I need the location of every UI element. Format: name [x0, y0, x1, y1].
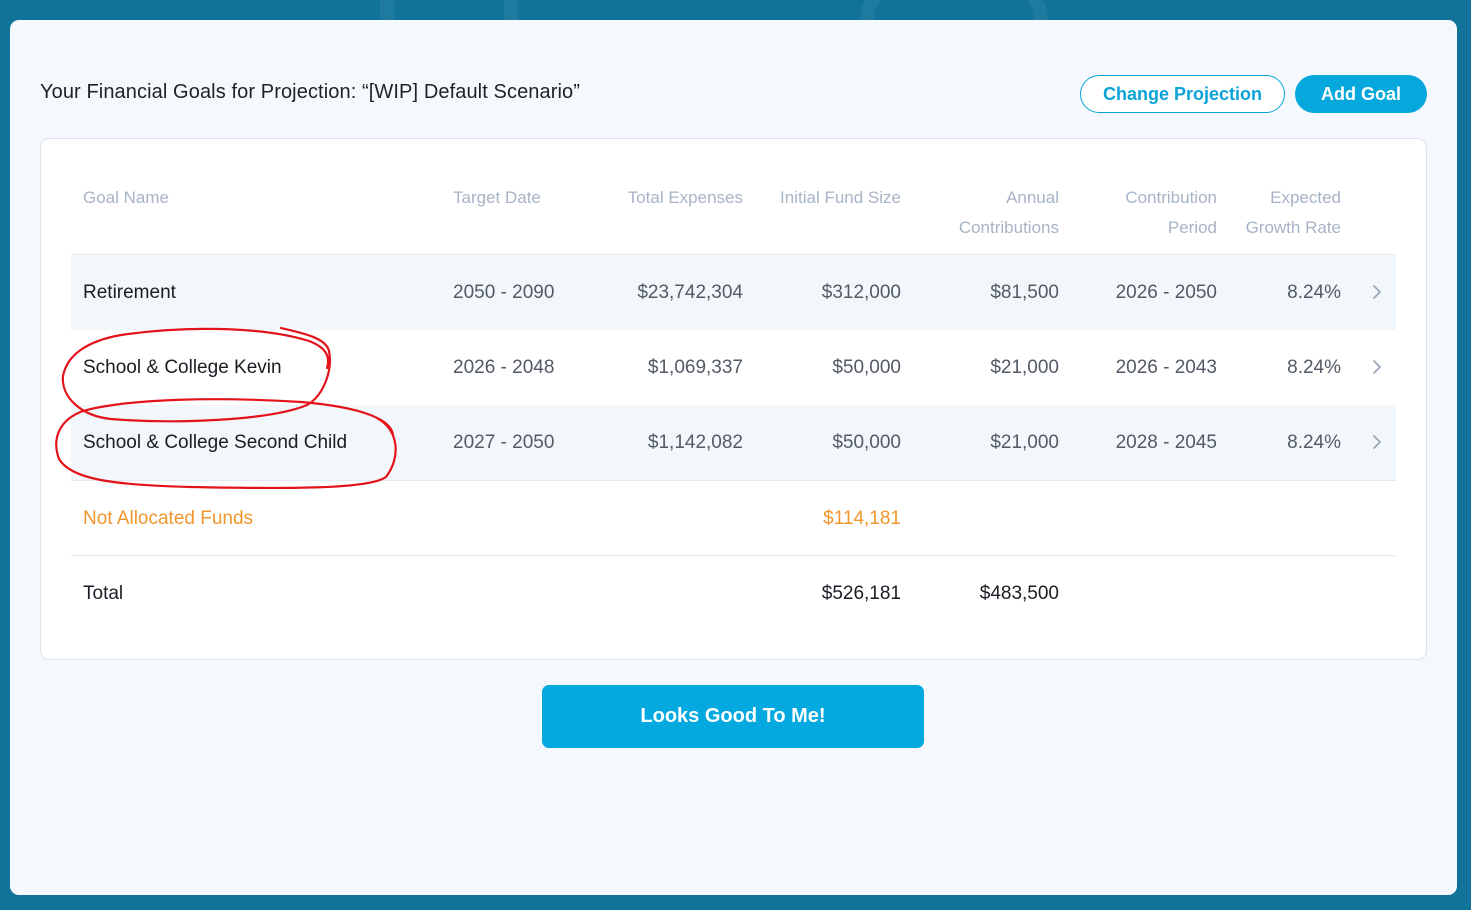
initial-fund-size: $50,000 — [832, 432, 901, 453]
column-header-goal-name: Goal Name — [83, 183, 169, 213]
looks-good-button[interactable]: Looks Good To Me! — [542, 685, 924, 748]
column-header-contribution-period: Contribution Period — [1125, 183, 1217, 243]
annual-contributions: $81,500 — [990, 282, 1059, 303]
total-expenses: $23,742,304 — [637, 282, 743, 303]
goals-table: Goal Name Target Date Total Expenses Ini… — [40, 138, 1427, 660]
expected-growth-rate: 8.24% — [1287, 432, 1341, 453]
column-header-total-expenses: Total Expenses — [628, 183, 743, 213]
column-header-target-date: Target Date — [453, 183, 541, 213]
goal-name: School & College Kevin — [83, 357, 282, 378]
total-label: Total — [83, 583, 124, 604]
chevron-right-icon[interactable] — [1368, 358, 1386, 376]
chevron-right-icon[interactable] — [1368, 433, 1386, 451]
initial-fund-size: $50,000 — [832, 357, 901, 378]
goal-name: Retirement — [83, 282, 176, 303]
contribution-period: 2026 - 2050 — [1115, 282, 1217, 303]
add-goal-button[interactable]: Add Goal — [1295, 75, 1427, 113]
total-expenses: $1,142,082 — [647, 432, 743, 453]
not-allocated-initial-fund-size: $114,181 — [823, 508, 901, 529]
column-header-initial-fund-size: Initial Fund Size — [780, 183, 901, 213]
chevron-right-icon[interactable] — [1368, 283, 1386, 301]
change-projection-button[interactable]: Change Projection — [1080, 75, 1285, 113]
not-allocated-row: Not Allocated Funds $114,181 — [71, 480, 1396, 556]
total-annual-contributions: $483,500 — [979, 583, 1059, 604]
column-header-contribution-period-line2: Period — [1167, 218, 1217, 237]
column-header-expected-growth-rate: Expected Growth Rate — [1246, 183, 1341, 243]
column-header-target-date-label: Target Date — [453, 188, 541, 207]
annual-contributions: $21,000 — [990, 432, 1059, 453]
column-header-initial-fund-size-label: Initial Fund Size — [780, 188, 901, 207]
goal-row-school-college-kevin[interactable]: School & College Kevin 2026 - 2048 $1,06… — [71, 330, 1396, 405]
not-allocated-label: Not Allocated Funds — [83, 508, 254, 529]
target-date: 2050 - 2090 — [453, 282, 555, 303]
annual-contributions: $21,000 — [990, 357, 1059, 378]
initial-fund-size: $312,000 — [821, 282, 901, 303]
column-header-annual-contributions: Annual Contributions — [959, 183, 1059, 243]
contribution-period: 2028 - 2045 — [1115, 432, 1217, 453]
goal-row-retirement[interactable]: Retirement 2050 - 2090 $23,742,304 $312,… — [71, 255, 1396, 330]
column-header-goal-name-label: Goal Name — [83, 188, 169, 207]
column-header-expected-growth-rate-line2: Growth Rate — [1245, 218, 1341, 237]
goals-panel: Your Financial Goals for Projection: “[W… — [10, 20, 1457, 895]
expected-growth-rate: 8.24% — [1287, 357, 1341, 378]
total-row: Total $526,181 $483,500 — [71, 555, 1396, 631]
column-header-expected-growth-rate-line1: Expected — [1270, 188, 1341, 207]
goal-row-school-college-second-child[interactable]: School & College Second Child 2027 - 205… — [71, 405, 1396, 480]
total-initial-fund-size: $526,181 — [821, 583, 901, 604]
column-header-annual-contributions-line1: Annual — [1006, 188, 1059, 207]
column-header-contribution-period-line1: Contribution — [1125, 188, 1217, 207]
column-header-total-expenses-label: Total Expenses — [627, 188, 743, 207]
goal-name: School & College Second Child — [83, 432, 348, 453]
column-header-annual-contributions-line2: Contributions — [958, 218, 1059, 237]
page-title: Your Financial Goals for Projection: “[W… — [40, 81, 581, 103]
target-date: 2026 - 2048 — [453, 357, 555, 378]
total-expenses: $1,069,337 — [647, 357, 743, 378]
contribution-period: 2026 - 2043 — [1115, 357, 1217, 378]
target-date: 2027 - 2050 — [453, 432, 555, 453]
expected-growth-rate: 8.24% — [1287, 282, 1341, 303]
